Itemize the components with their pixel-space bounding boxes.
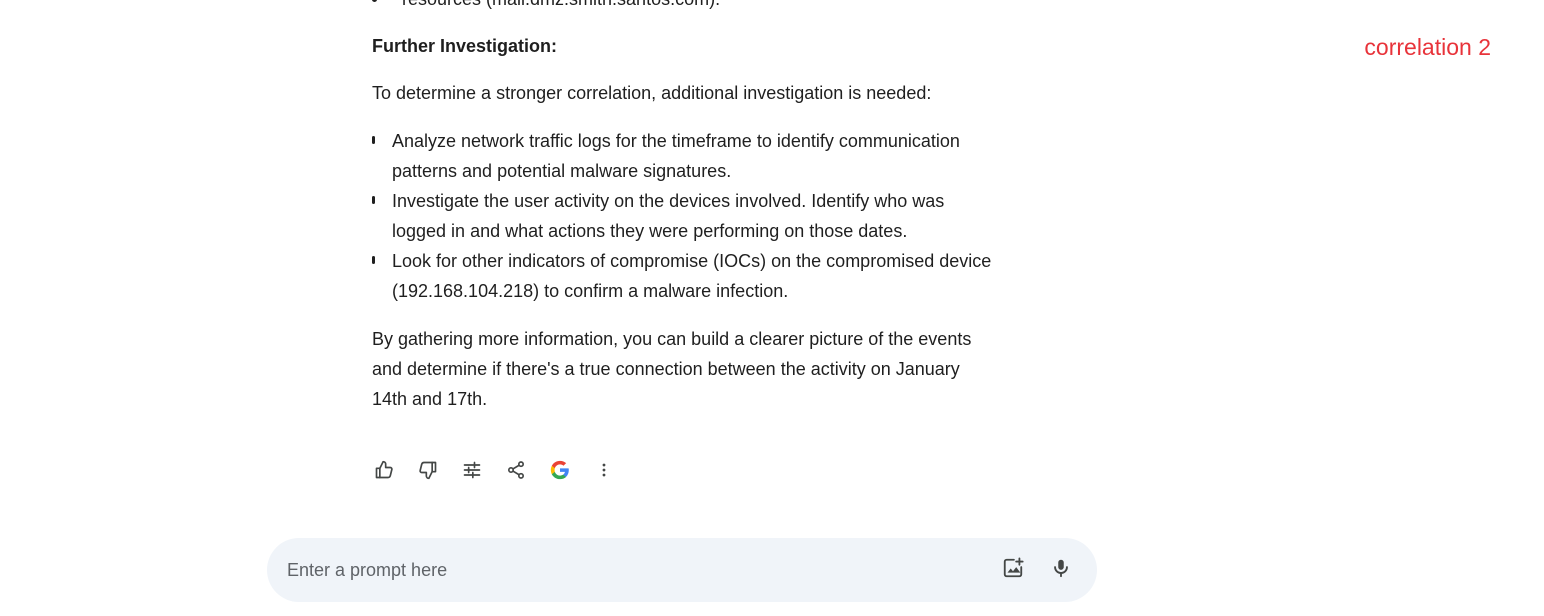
chat-page: resources (mail.dmz.smith.santos.com). F… [0, 0, 1544, 616]
thumbs-up-icon [374, 460, 394, 480]
more-vert-icon [594, 460, 614, 480]
thumbs-down-icon [418, 460, 438, 480]
tune-icon [462, 460, 482, 480]
conclusion-paragraph: By gathering more information, you can b… [372, 329, 972, 409]
add-image-button[interactable] [995, 552, 1031, 588]
intro-paragraph: To determine a stronger correlation, add… [372, 83, 932, 103]
microphone-icon [1050, 557, 1072, 584]
prompt-bar [267, 538, 1097, 602]
modify-response-button[interactable] [454, 452, 490, 488]
section-heading: Further Investigation: [372, 36, 558, 56]
annotation-label: correlation 2 [1364, 34, 1491, 60]
prompt-input[interactable] [287, 552, 967, 588]
add-image-icon [1002, 556, 1024, 584]
share-icon [506, 460, 526, 480]
bullet-partial: resources (mail.dmz.smith.santos.com). [371, 0, 720, 11]
list-item: Analyze network traffic logs for the tim… [372, 126, 992, 186]
model-response: Further Investigation: To determine a st… [372, 32, 992, 432]
double-check-button[interactable] [542, 452, 578, 488]
google-icon [549, 459, 571, 481]
microphone-button[interactable] [1043, 552, 1079, 588]
share-button[interactable] [498, 452, 534, 488]
more-options-button[interactable] [586, 452, 622, 488]
thumbs-up-button[interactable] [366, 452, 402, 488]
list-item: Look for other indicators of compromise … [372, 246, 992, 306]
response-actions [366, 452, 630, 488]
bullet-list: Analyze network traffic logs for the tim… [372, 126, 992, 306]
list-item: Investigate the user activity on the dev… [372, 186, 992, 246]
thumbs-down-button[interactable] [410, 452, 446, 488]
